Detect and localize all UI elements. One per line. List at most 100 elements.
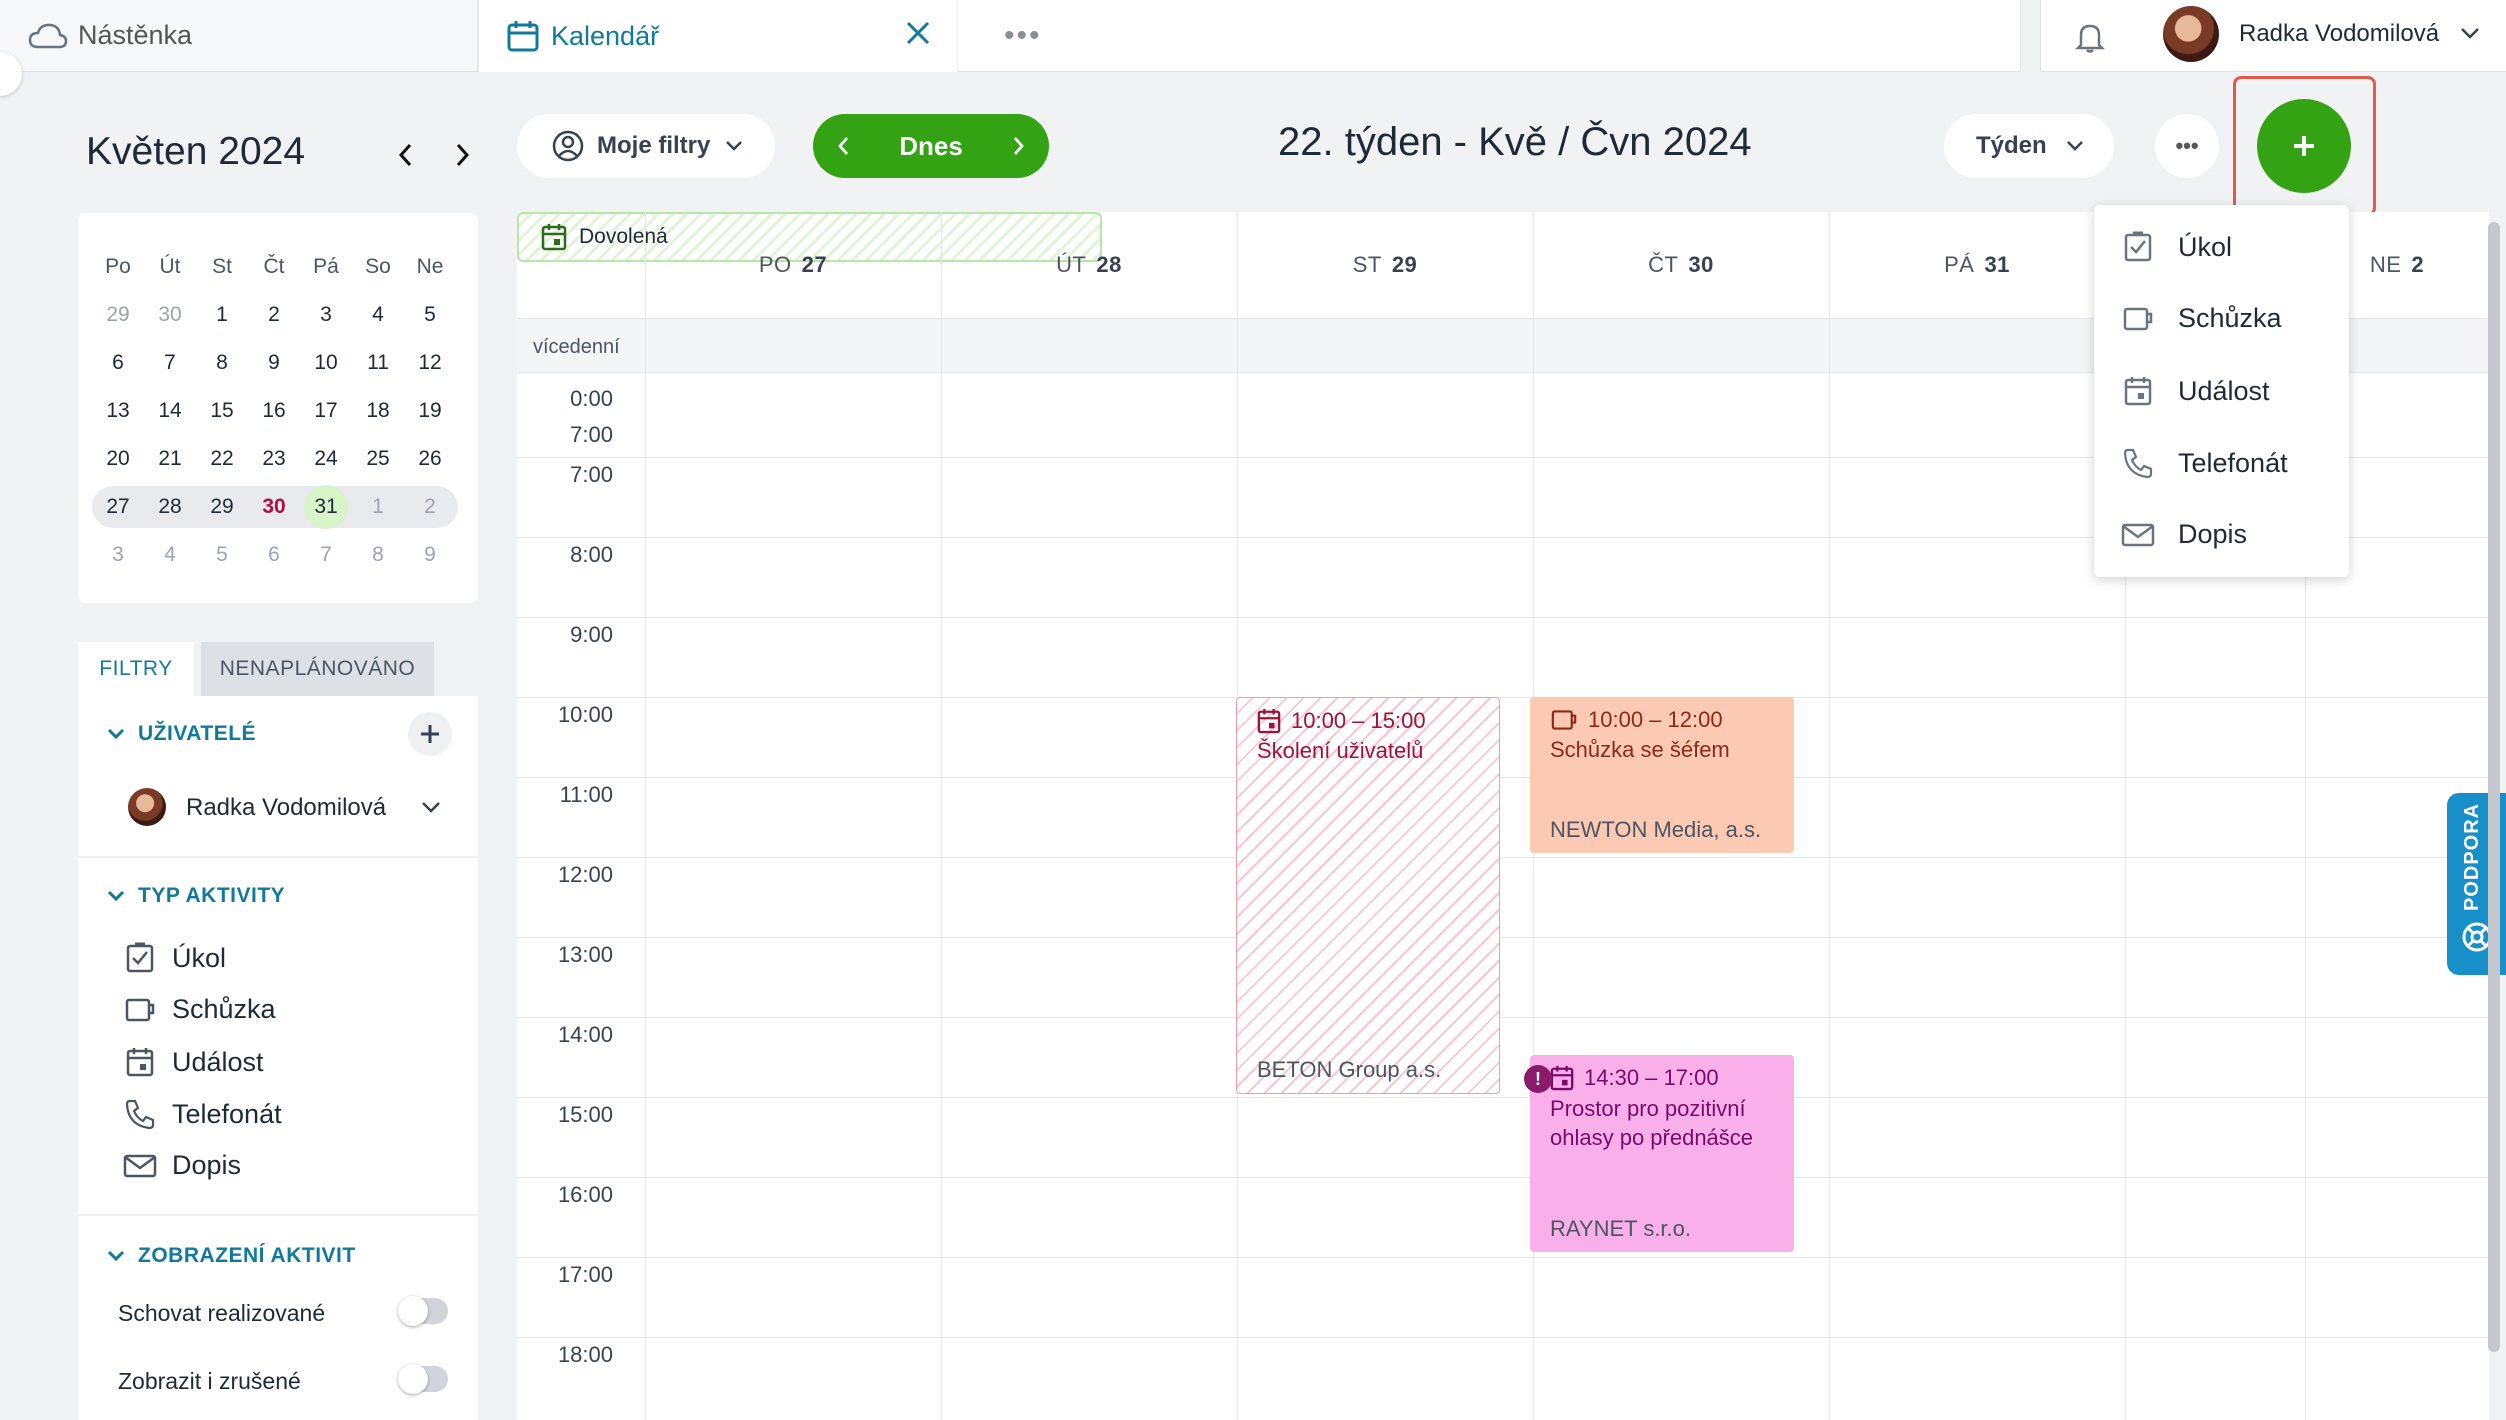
user-filter-chevron-icon[interactable] [420,800,442,814]
users-section-header[interactable]: UŽIVATELÉ [106,722,256,746]
menu-item-event[interactable]: Událost [2120,375,2270,407]
mini-day-today[interactable]: 31 [300,485,352,529]
mini-day[interactable]: 13 [92,399,144,423]
filter-user-name[interactable]: Radka Vodomilová [186,794,386,822]
activity-type-letter[interactable]: Dopis [120,1150,241,1181]
hide-done-toggle[interactable] [398,1296,448,1326]
tab-dashboard[interactable]: Nástěnka [0,0,478,72]
activity-type-phone[interactable]: Telefonát [120,1098,282,1130]
view-select-button[interactable]: Týden [1944,114,2114,178]
next-month-icon[interactable] [454,142,470,168]
mini-day[interactable]: 27 [92,495,144,519]
menu-item-meeting[interactable]: Schůzka [2120,303,2282,334]
mini-day[interactable]: 7 [144,351,196,375]
mini-day[interactable]: 4 [352,303,404,327]
mini-day[interactable]: 17 [300,399,352,423]
user-avatar[interactable] [2163,6,2219,62]
activity-type-section-header[interactable]: TYP AKTIVITY [106,884,285,908]
calendar-scrollbar[interactable] [2488,222,2500,1352]
mini-day[interactable]: 30 [144,303,196,327]
mini-day[interactable]: 16 [248,399,300,423]
plus-icon [421,725,439,743]
mini-day[interactable]: 8 [352,543,404,567]
activity-type-task[interactable]: Úkol [120,942,226,974]
mini-day[interactable]: 18 [352,399,404,423]
day-header[interactable]: PO 27 [645,212,941,318]
display-section-header[interactable]: ZOBRAZENÍ AKTIVIT [106,1244,356,1268]
event-meeting[interactable]: 10:00 – 12:00 Schůzka se šéfem NEWTON Me… [1530,697,1794,853]
mini-day[interactable]: 24 [300,447,352,471]
user-menu-chevron-icon[interactable] [2459,26,2481,40]
user-name[interactable]: Radka Vodomilová [2239,20,2439,48]
mini-day[interactable]: 3 [92,543,144,567]
mini-day[interactable]: 14 [144,399,196,423]
event-feedback-space[interactable]: 14:30 – 17:00 Prostor pro pozitivní ohla… [1530,1055,1794,1252]
tab-calendar[interactable]: Kalendář [479,0,957,72]
add-activity-button[interactable] [2257,99,2351,193]
add-user-button[interactable] [408,712,452,756]
mini-day[interactable]: 9 [248,351,300,375]
day-header[interactable]: ST 29 [1237,212,1533,318]
bell-icon[interactable] [2075,20,2105,54]
tab-unscheduled[interactable]: NENAPLÁNOVÁNO [201,642,434,696]
menu-item-letter[interactable]: Dopis [2120,519,2247,550]
show-cancelled-toggle[interactable] [398,1364,448,1394]
mini-day[interactable]: 2 [404,495,456,519]
activity-type-event[interactable]: Událost [120,1046,264,1078]
grid-line [645,212,646,1420]
menu-item-phone[interactable]: Telefonát [2120,447,2288,479]
day-name: ST [1352,252,1382,277]
tab-more[interactable]: ••• [958,0,2021,72]
mini-calendar-week: 13 14 15 16 17 18 19 [92,387,464,435]
mini-day[interactable]: 6 [92,351,144,375]
activity-type-label: Úkol [172,942,227,973]
mini-day[interactable]: 2 [248,303,300,327]
mini-day[interactable]: 23 [248,447,300,471]
mini-day[interactable]: 9 [404,543,456,567]
mini-day[interactable]: 3 [300,303,352,327]
day-header[interactable]: ČT 30 [1533,212,1829,318]
mini-day[interactable]: 15 [196,399,248,423]
task-checkbox-icon [120,942,160,974]
mini-day[interactable]: 8 [196,351,248,375]
mini-calendar: Po Út St Čt Pá So Ne 29 30 1 2 3 4 5 6 7… [78,213,478,603]
event-company: BETON Group a.s. [1257,1057,1442,1082]
mini-day-selected[interactable]: 30 [248,495,300,519]
event-calendar-icon [1550,1066,1574,1091]
prev-week-icon[interactable] [837,135,851,157]
mini-day[interactable]: 12 [404,351,456,375]
mini-day[interactable]: 5 [196,543,248,567]
day-header[interactable]: ÚT 28 [941,212,1237,318]
mini-day[interactable]: 19 [404,399,456,423]
today-button[interactable]: Dnes [899,131,963,162]
tab-filters[interactable]: FILTRY [78,642,194,696]
mini-day[interactable]: 5 [404,303,456,327]
mini-day[interactable]: 10 [300,351,352,375]
mini-day[interactable]: 26 [404,447,456,471]
activity-type-meeting[interactable]: Schůzka [120,994,276,1025]
day-name: ÚT [1056,252,1087,277]
mini-day[interactable]: 22 [196,447,248,471]
mini-day[interactable]: 20 [92,447,144,471]
mini-day[interactable]: 6 [248,543,300,567]
mini-day[interactable]: 11 [352,351,404,375]
more-options-button[interactable]: ••• [2155,114,2219,178]
mini-day[interactable]: 29 [196,495,248,519]
mini-day[interactable]: 7 [300,543,352,567]
mini-day[interactable]: 29 [92,303,144,327]
event-training[interactable]: 10:00 – 15:00 Školení uživatelů BETON Gr… [1236,697,1500,1094]
mini-day[interactable]: 1 [196,303,248,327]
time-label: 7:00 [570,422,613,447]
mini-day[interactable]: 28 [144,495,196,519]
mini-day[interactable]: 21 [144,447,196,471]
my-filters-button[interactable]: Moje filtry [517,114,775,178]
mini-day[interactable]: 25 [352,447,404,471]
close-tab-icon[interactable] [903,18,933,48]
prev-month-icon[interactable] [398,142,414,168]
menu-item-task[interactable]: Úkol [2120,231,2232,263]
mini-calendar-week: 6 7 8 9 10 11 12 [92,339,464,387]
next-week-icon[interactable] [1011,135,1025,157]
mini-day[interactable]: 4 [144,543,196,567]
mini-day[interactable]: 1 [352,495,404,519]
day-header[interactable]: PÁ 31 [1829,212,2125,318]
